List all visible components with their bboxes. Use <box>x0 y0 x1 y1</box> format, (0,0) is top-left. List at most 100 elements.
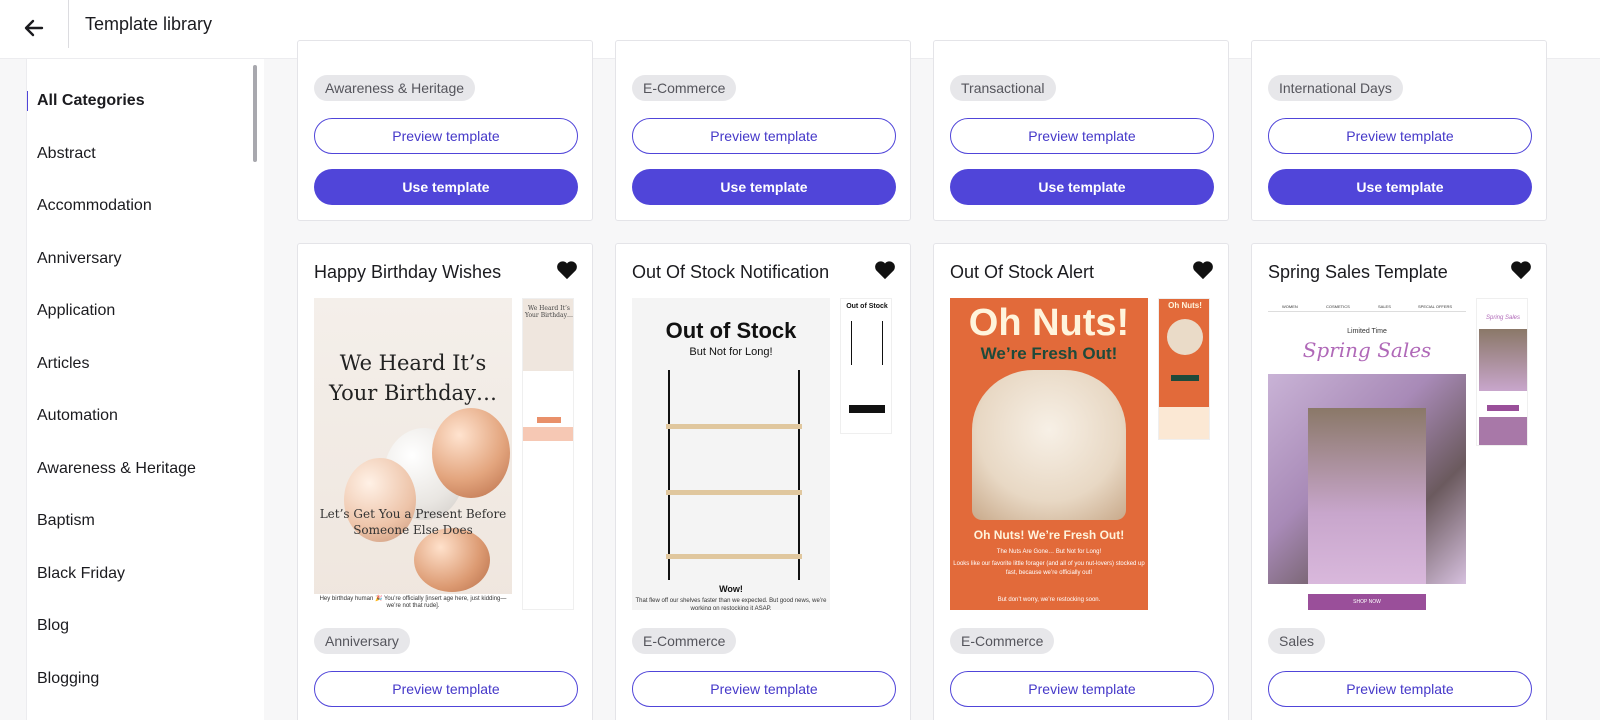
mobile-footer <box>1479 417 1527 445</box>
preview-template-button[interactable]: Preview template <box>314 671 578 707</box>
preview-template-button[interactable]: Preview template <box>314 118 578 154</box>
preview-template-button[interactable]: Preview template <box>950 118 1214 154</box>
heart-icon[interactable] <box>556 260 578 280</box>
category-accommodation[interactable]: Accommodation <box>27 186 247 226</box>
preview-cta: SHOP NOW <box>1308 594 1426 610</box>
template-preview[interactable]: Oh Nuts! We’re Fresh Out! Oh Nuts! We’re… <box>950 298 1210 610</box>
category-blogging[interactable]: Blogging <box>27 659 247 699</box>
template-card: Transactional Preview template Use templ… <box>933 40 1229 221</box>
preview-body-line: But don’t worry, we’re restocking soon. <box>997 597 1101 603</box>
page-title: Template library <box>85 14 213 34</box>
preview-headline: Spring Sales <box>1302 338 1432 362</box>
template-card[interactable]: Out Of Stock Alert Oh Nuts! We’re Fresh … <box>933 243 1229 720</box>
category-anniversary[interactable]: Anniversary <box>27 239 247 279</box>
card-title: Out Of Stock Alert <box>950 262 1095 282</box>
category-tag: Sales <box>1268 628 1326 654</box>
mobile-headline: Spring Sales <box>1485 315 1521 321</box>
mobile-shelf <box>851 321 883 365</box>
chipmunk-image <box>972 370 1126 520</box>
template-card: International Days Preview template Use … <box>1251 40 1547 221</box>
category-tag: E-Commerce <box>632 75 737 101</box>
preview-mobile: Spring Sales <box>1476 298 1528 446</box>
preview-template-button[interactable]: Preview template <box>632 671 896 707</box>
template-card[interactable]: Spring Sales Template WOMEN COSMETICS SA… <box>1251 243 1547 720</box>
category-tag: International Days <box>1268 75 1403 101</box>
category-tag: Transactional <box>950 75 1056 101</box>
back-button[interactable] <box>14 8 54 48</box>
mobile-photo <box>1479 329 1527 391</box>
preview-body: That flew off our shelves faster than we… <box>635 598 827 610</box>
category-tag: Awareness & Heritage <box>314 75 476 101</box>
mobile-cta <box>537 417 561 423</box>
card-title: Out Of Stock Notification <box>632 262 830 282</box>
category-sidebar: All Categories Abstract Accommodation An… <box>26 59 264 720</box>
template-card[interactable]: Out Of Stock Notification Out of Stock B… <box>615 243 911 720</box>
preview-kicker: Limited Time <box>1347 328 1387 335</box>
preview-nav-item: WOMEN <box>1282 304 1298 309</box>
preview-mobile: Oh Nuts! <box>1158 298 1210 440</box>
shelf-board <box>666 424 802 429</box>
template-card: Awareness & Heritage Preview template Us… <box>297 40 593 221</box>
category-awareness-heritage[interactable]: Awareness & Heritage <box>27 449 247 489</box>
mobile-headline: Oh Nuts! <box>1168 301 1202 310</box>
mobile-cta <box>1487 405 1519 411</box>
template-card[interactable]: Happy Birthday Wishes We Heard It’s Your… <box>297 243 593 720</box>
category-all[interactable]: All Categories <box>27 81 247 121</box>
preview-subheadline: We’re Fresh Out! <box>980 344 1118 363</box>
preview-nav-item: COSMETICS <box>1326 304 1350 309</box>
preview-headline: We Heard It’s Your Birthday… <box>329 351 497 405</box>
mobile-cta <box>849 405 885 413</box>
preview-footer-text: Hey birthday human 🎉 You’re officially [… <box>314 594 512 610</box>
preview-caption: Oh Nuts! We’re Fresh Out! <box>973 528 1125 542</box>
heart-icon[interactable] <box>874 260 896 280</box>
category-tag: E-Commerce <box>950 628 1055 654</box>
preview-desktop: We Heard It’s Your Birthday… Let’s Get Y… <box>314 298 512 610</box>
category-black-friday[interactable]: Black Friday <box>27 554 247 594</box>
preview-headline: Oh Nuts! <box>968 302 1130 344</box>
heart-icon[interactable] <box>1510 260 1532 280</box>
category-application[interactable]: Application <box>27 291 247 331</box>
shelf-rail <box>798 370 800 580</box>
preview-template-button[interactable]: Preview template <box>1268 671 1532 707</box>
preview-nav: WOMEN COSMETICS SALES SPECIAL OFFERS <box>1268 302 1466 312</box>
preview-template-button[interactable]: Preview template <box>632 118 896 154</box>
category-tag: E-Commerce <box>632 628 737 654</box>
template-card: E-Commerce Preview template Use template <box>615 40 911 221</box>
preview-body-line: The Nuts Are Gone… But Not for Long! <box>996 549 1102 555</box>
category-baptism[interactable]: Baptism <box>27 501 247 541</box>
preview-template-button[interactable]: Preview template <box>1268 118 1532 154</box>
use-template-button[interactable]: Use template <box>314 169 578 205</box>
use-template-button[interactable]: Use template <box>1268 169 1532 205</box>
preview-desktop: Out of Stock But Not for Long! Wow! That… <box>632 298 830 610</box>
preview-template-button[interactable]: Preview template <box>950 671 1214 707</box>
preview-nav-item: SALES <box>1378 304 1391 309</box>
category-articles[interactable]: Articles <box>27 344 247 384</box>
mobile-footer <box>1159 407 1209 439</box>
model-photo <box>1308 408 1426 584</box>
heart-icon[interactable] <box>1192 260 1214 280</box>
preview-desktop: Oh Nuts! We’re Fresh Out! Oh Nuts! We’re… <box>950 298 1148 610</box>
card-title: Happy Birthday Wishes <box>314 262 502 282</box>
preview-desktop: WOMEN COSMETICS SALES SPECIAL OFFERS Lim… <box>1268 298 1466 610</box>
category-abstract[interactable]: Abstract <box>27 134 247 174</box>
category-automation[interactable]: Automation <box>27 396 247 436</box>
balloon-image <box>432 408 510 498</box>
preview-mobile: We Heard It’s Your Birthday… <box>522 298 574 610</box>
preview-wow: Wow! <box>719 584 743 594</box>
preview-nav-item: SPECIAL OFFERS <box>1418 304 1453 309</box>
template-preview[interactable]: WOMEN COSMETICS SALES SPECIAL OFFERS Lim… <box>1268 298 1528 610</box>
sidebar-scrollbar[interactable] <box>253 65 257 162</box>
preview-body-line: Looks like our favorite little forager (… <box>953 561 1145 576</box>
template-preview[interactable]: Out of Stock But Not for Long! Wow! That… <box>632 298 892 610</box>
use-template-button[interactable]: Use template <box>632 169 896 205</box>
mobile-headline: Out of Stock <box>846 303 888 310</box>
preview-subheadline: But Not for Long! <box>689 346 773 358</box>
header-divider <box>68 0 69 48</box>
mobile-banner <box>523 427 573 441</box>
card-title: Spring Sales Template <box>1268 262 1448 282</box>
preview-mobile: Out of Stock <box>840 298 892 434</box>
category-blog[interactable]: Blog <box>27 606 247 646</box>
template-preview[interactable]: We Heard It’s Your Birthday… Let’s Get Y… <box>314 298 574 610</box>
mobile-cta <box>1171 375 1199 381</box>
use-template-button[interactable]: Use template <box>950 169 1214 205</box>
